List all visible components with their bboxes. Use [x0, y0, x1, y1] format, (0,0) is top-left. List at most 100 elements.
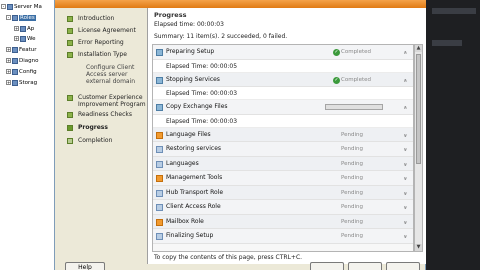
task-elapsed-time: Elapsed Time: 00:00:03 — [166, 90, 238, 97]
wizard-step: Configure Client Access server external … — [67, 64, 147, 92]
wizard-steps-panel: Introduction License Agreement Error Repor… — [55, 8, 147, 258]
tree-item-label: Diagno — [19, 58, 39, 64]
back-button[interactable] — [310, 262, 344, 270]
task-row[interactable]: Finalizing Setup Pending » — [153, 229, 413, 244]
exchange-setup-wizard: Introduction License Agreement Error Repor… — [54, 0, 427, 270]
task-name: Hub Transport Role — [166, 188, 224, 196]
step-marker-icon — [67, 112, 73, 118]
finalizing-icon — [156, 233, 163, 240]
node-icon — [12, 46, 18, 53]
management-tools-icon — [156, 175, 163, 182]
task-name: Mailbox Role — [166, 217, 204, 225]
wizard-step: Progress — [67, 124, 147, 131]
collapse-chevron-icon[interactable]: « — [402, 104, 409, 112]
expand-icon[interactable]: + — [6, 58, 11, 63]
task-status: Pending — [341, 233, 363, 239]
task-row[interactable]: Client Access Role Pending » — [153, 200, 413, 215]
collapse-icon[interactable]: - — [6, 15, 11, 20]
task-detail: Elapsed Time: 00:00:03 — [153, 114, 413, 128]
task-status: Pending — [341, 160, 363, 167]
wizard-step: Readiness Checks — [67, 111, 147, 118]
expand-chevron-icon[interactable]: » — [402, 131, 409, 139]
task-name: Languages — [166, 159, 199, 167]
wizard-step-label: Installation Type — [78, 51, 127, 58]
task-list-scrollbar[interactable]: ▲ ▼ — [414, 44, 423, 252]
task-elapsed-time: Elapsed Time: 00:00:03 — [166, 117, 238, 125]
tree-item-label: Roles — [19, 15, 36, 21]
expand-chevron-icon[interactable]: » — [402, 204, 409, 212]
completed-check-icon: ✓ — [333, 49, 340, 56]
languages-icon — [156, 160, 163, 168]
task-list[interactable]: Preparing Setup ✓ Completed « Elapsed Time: … — [152, 44, 414, 252]
language-files-icon — [156, 131, 163, 139]
collapse-icon[interactable]: - — [1, 4, 6, 9]
task-name: Language Files — [166, 130, 211, 138]
task-name: Finalizing Setup — [166, 232, 214, 239]
task-row[interactable]: Copy Exchange Files « — [153, 100, 413, 115]
task-status: Pending — [341, 131, 363, 138]
step-marker-icon — [67, 16, 73, 22]
elapsed-time: Elapsed time: 00:00:03 — [154, 21, 224, 28]
expand-icon[interactable]: + — [6, 47, 11, 52]
task-name: Management Tools — [166, 174, 223, 181]
expand-chevron-icon[interactable]: » — [402, 175, 409, 183]
expand-icon[interactable]: + — [6, 80, 11, 85]
wizard-step: License Agreement — [67, 27, 147, 34]
client-access-icon — [156, 204, 163, 211]
copy-hint: To copy the contents of this page, press… — [154, 254, 303, 261]
task-status: Pending — [341, 146, 363, 152]
expand-chevron-icon[interactable]: » — [402, 146, 409, 154]
task-status: Pending — [341, 218, 363, 225]
task-row[interactable]: Preparing Setup ✓ Completed « — [153, 45, 413, 60]
step-marker-icon — [67, 125, 73, 131]
task-row[interactable]: Hub Transport Role Pending » — [153, 185, 413, 200]
node-icon — [12, 79, 18, 86]
expand-icon[interactable]: + — [14, 36, 19, 41]
task-row[interactable]: Languages Pending » — [153, 156, 413, 171]
task-row[interactable]: Language Files Pending » — [153, 127, 413, 142]
mailbox-icon — [156, 218, 163, 226]
task-row[interactable]: Restoring services Pending » — [153, 142, 413, 157]
scroll-down-arrow-icon[interactable]: ▼ — [415, 244, 422, 251]
expand-icon[interactable]: + — [14, 26, 19, 31]
wizard-step-label: Readiness Checks — [78, 111, 132, 118]
tree-item-label: Ap — [27, 26, 35, 32]
task-status: Pending — [341, 189, 363, 196]
task-row[interactable]: Management Tools Pending » — [153, 171, 413, 186]
expand-icon[interactable]: + — [6, 69, 11, 74]
scroll-up-arrow-icon[interactable]: ▲ — [415, 45, 422, 52]
task-status: Completed — [341, 76, 371, 83]
expand-chevron-icon[interactable]: » — [402, 189, 409, 197]
task-name: Stopping Services — [166, 75, 220, 83]
task-row[interactable]: Stopping Services ✓ Completed « — [153, 72, 413, 87]
summary-text: Summary: 11 item(s). 2 succeeded, 0 fail… — [154, 33, 288, 40]
task-progress-bar — [325, 104, 383, 110]
tree-item-label: Server Ma — [14, 4, 42, 10]
collapse-chevron-icon[interactable]: « — [402, 76, 409, 84]
expand-chevron-icon[interactable]: » — [402, 233, 409, 241]
node-icon — [12, 57, 18, 64]
wizard-step-label: Configure Client Access server external … — [86, 64, 136, 85]
background-window-bar — [432, 8, 476, 14]
task-name: Copy Exchange Files — [166, 103, 228, 110]
setup-icon — [156, 49, 163, 56]
cancel-button[interactable] — [386, 262, 420, 270]
wizard-step: Installation Type — [67, 51, 147, 58]
wizard-step-label: Customer Experience Improvement Program — [78, 94, 146, 108]
task-row[interactable]: Mailbox Role Pending » — [153, 214, 413, 229]
tree-item-label: We — [27, 36, 36, 42]
expand-chevron-icon[interactable]: » — [402, 160, 409, 168]
task-status: Pending — [341, 175, 363, 181]
scrollbar-thumb[interactable] — [416, 54, 421, 164]
tree-item-label: Storag — [19, 80, 38, 86]
step-marker-icon — [67, 40, 73, 46]
collapse-chevron-icon[interactable]: « — [402, 49, 409, 57]
help-button[interactable]: Help — [65, 262, 105, 270]
task-name: Client Access Role — [166, 203, 221, 210]
step-marker-icon — [67, 52, 73, 58]
task-elapsed-time: Elapsed Time: 00:00:05 — [166, 62, 238, 70]
wizard-step-label: Introduction — [78, 15, 115, 22]
background-window-bar — [432, 40, 462, 46]
next-button[interactable] — [348, 262, 382, 270]
expand-chevron-icon[interactable]: » — [402, 218, 409, 226]
